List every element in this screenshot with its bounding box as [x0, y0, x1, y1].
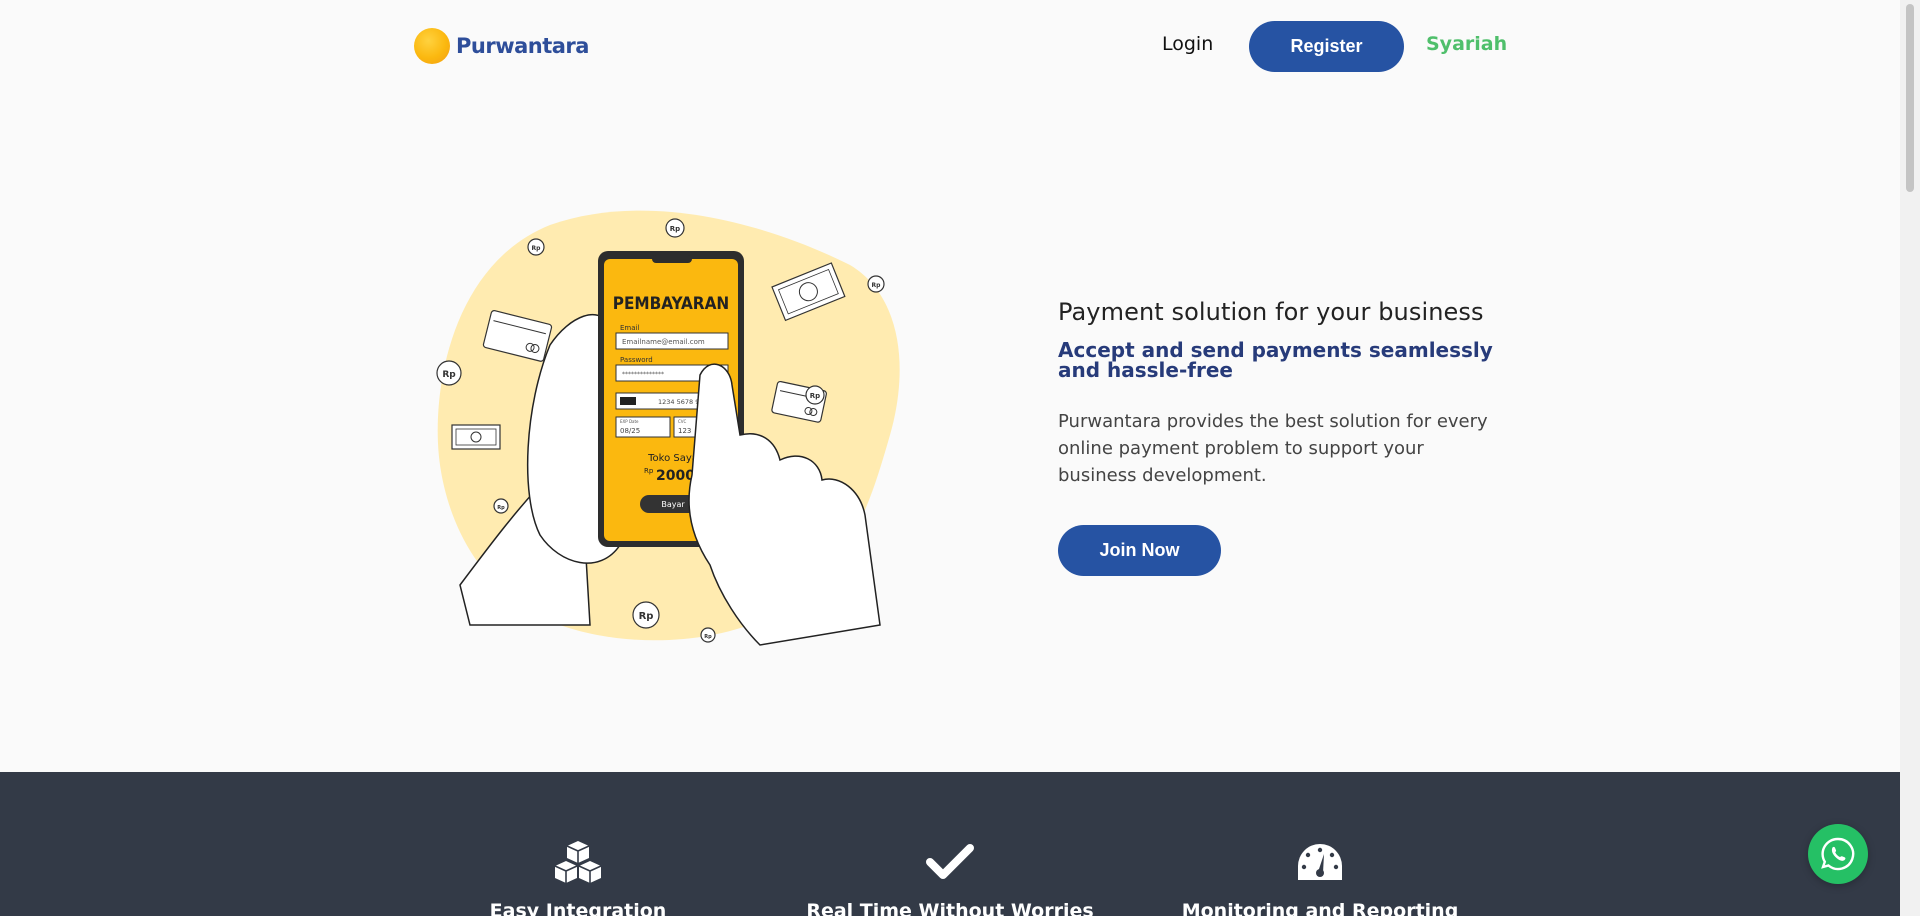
hero-illustration: PEMBAYARAN Email Emailname@email.com Pas… [430, 205, 910, 675]
phone-title: PEMBAYARAN [613, 294, 729, 314]
rupiah-coin-icon: Rp [867, 275, 885, 293]
join-now-button[interactable]: Join Now [1058, 525, 1221, 576]
svg-text:Rp: Rp [872, 282, 882, 289]
rupiah-coin-icon: Rp [665, 218, 685, 238]
rupiah-coin-icon: Rp [493, 498, 509, 514]
phone-exp-label: EXP Date [620, 419, 639, 424]
feature-label: Real Time Without Worries [806, 900, 1094, 916]
page-scrollbar[interactable] [1900, 0, 1920, 916]
brand-logo[interactable]: Purwantara [414, 28, 589, 64]
scrollbar-thumb[interactable] [1906, 4, 1914, 192]
register-button[interactable]: Register [1249, 21, 1404, 72]
svg-text:Rp: Rp [704, 634, 712, 640]
phone-cvc-value: 123 [678, 427, 691, 435]
feature-label: Monitoring and Reporting [1181, 900, 1459, 916]
phone-store-name: Toko Saya [647, 453, 698, 464]
phone-email-label: Email [620, 324, 639, 332]
phone-pay-button: Bayar [661, 500, 685, 509]
rupiah-coin-icon: Rp [436, 360, 462, 386]
features-band: Easy Integration Real Time Without Worri… [0, 772, 1900, 916]
cubes-icon [552, 840, 604, 884]
svg-text:Rp: Rp [670, 225, 680, 233]
rupiah-coin-icon: Rp [527, 238, 545, 256]
hero-description: Purwantara provides the best solution fo… [1058, 411, 1488, 486]
svg-text:Rp: Rp [442, 370, 456, 380]
whatsapp-chat-button[interactable] [1808, 824, 1868, 884]
whatsapp-icon [1821, 837, 1855, 871]
site-header: Purwantara Login Register Syariah [0, 0, 1900, 92]
phone-password-label: Password [620, 356, 653, 364]
svg-text:Rp: Rp [532, 245, 542, 252]
svg-text:Rp: Rp [497, 505, 505, 511]
hero-tagline: Payment solution for your business [1058, 298, 1484, 326]
sun-logo-icon [414, 28, 450, 64]
feature-label: Easy Integration [489, 900, 667, 916]
login-link[interactable]: Login [1162, 33, 1213, 55]
phone-cvc-label: CVC [678, 419, 687, 424]
payment-illustration: PEMBAYARAN Email Emailname@email.com Pas… [436, 210, 900, 646]
banknote-icon [451, 424, 501, 450]
check-icon [924, 840, 976, 884]
phone-currency: Rp [644, 467, 654, 475]
hero-headline: Accept and send payments seamlessly and … [1058, 338, 1493, 382]
gauge-icon [1294, 840, 1346, 884]
rupiah-coin-icon: Rp [632, 601, 660, 629]
svg-text:Rp: Rp [810, 392, 820, 400]
hero-content: Payment solution for your business Accep… [1058, 298, 1498, 576]
phone-password-field: ************** [622, 371, 664, 378]
syariah-link[interactable]: Syariah [1426, 33, 1507, 55]
svg-text:Rp: Rp [639, 611, 654, 622]
brand-name: Purwantara [456, 34, 589, 58]
card-chip-icon [620, 397, 636, 405]
phone-exp-value: 08/25 [620, 427, 640, 435]
rupiah-coin-icon: Rp [805, 385, 825, 405]
phone-amount: 2000 [656, 468, 695, 484]
phone-email-field: Emailname@email.com [622, 338, 705, 346]
rupiah-coin-icon: Rp [700, 627, 716, 643]
